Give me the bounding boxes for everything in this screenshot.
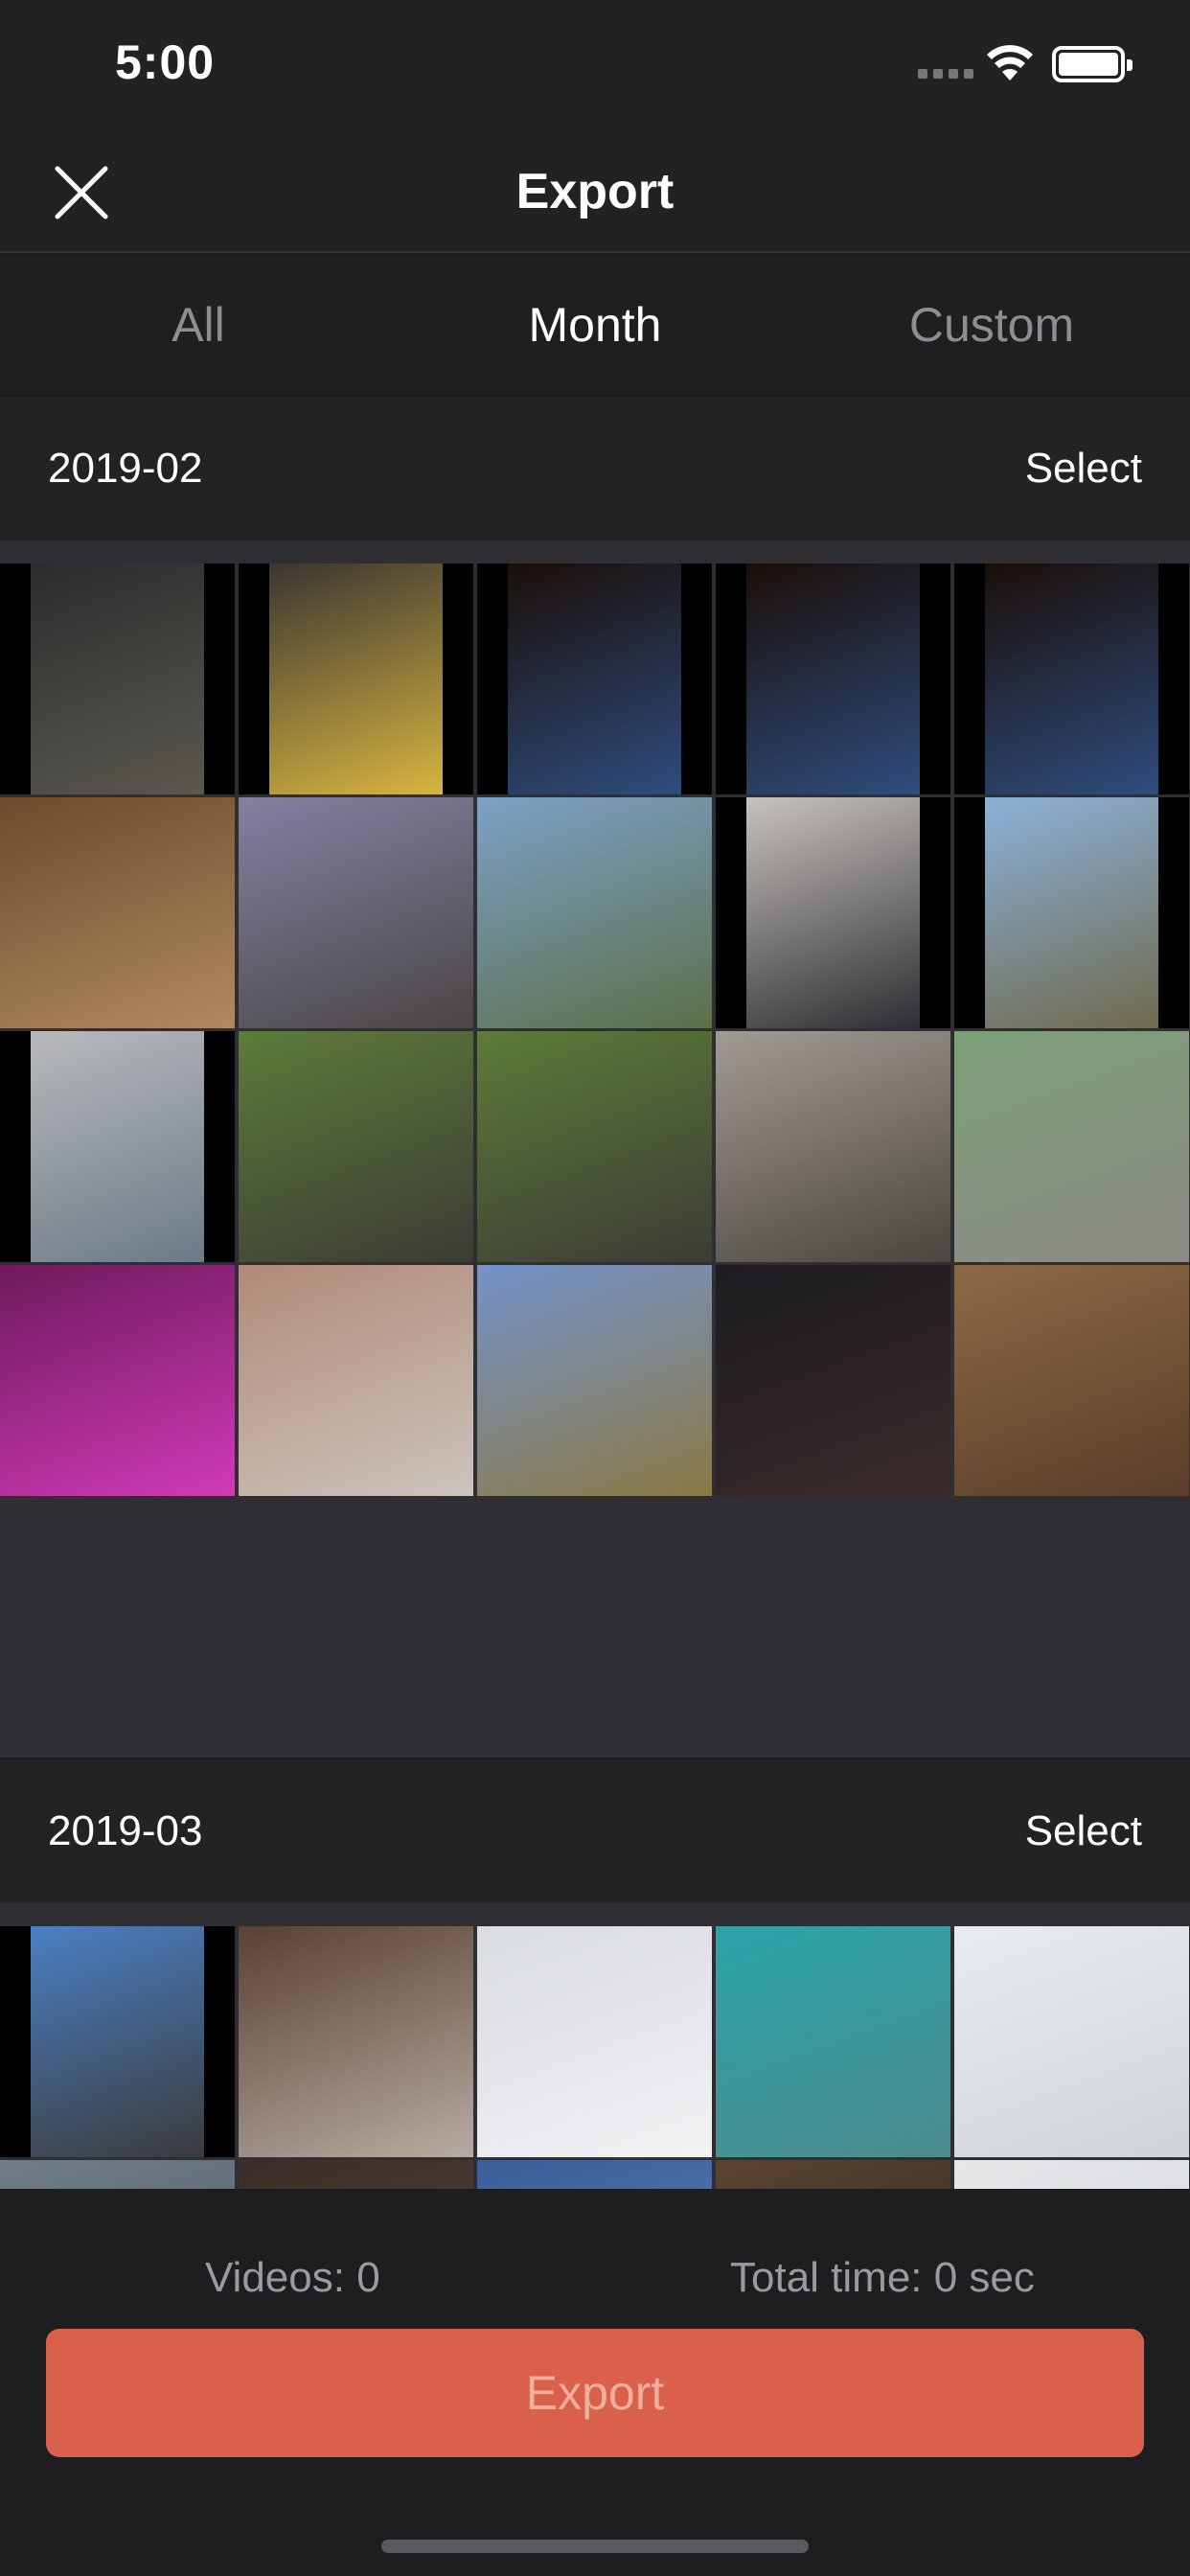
tab-all[interactable]: All: [0, 255, 397, 395]
page-title: Export: [515, 164, 675, 219]
status-time: 5:00: [115, 35, 216, 89]
thumbnail-image: [0, 1265, 235, 1496]
thumbnail-image: [716, 1031, 950, 1262]
video-thumbnail[interactable]: [239, 1265, 473, 1496]
battery-icon: [1052, 46, 1133, 82]
tab-custom[interactable]: Custom: [793, 255, 1190, 395]
video-thumbnail[interactable]: [716, 797, 950, 1028]
thumbnail-image: [716, 1926, 950, 2157]
thumbnail-image: [239, 1031, 473, 1262]
thumbnail-image: [954, 1265, 1189, 1496]
video-thumbnail[interactable]: [716, 564, 950, 794]
section-header-2019-02: 2019-02 Select: [0, 397, 1190, 540]
thumbnail-grid-2019-03: [0, 1903, 1190, 2391]
select-button[interactable]: Select: [1025, 397, 1142, 540]
thumbnail-image: [239, 797, 473, 1028]
videos-count: Videos: 0: [205, 2254, 380, 2301]
video-thumbnail[interactable]: [0, 797, 235, 1028]
video-thumbnail[interactable]: [477, 1926, 712, 2157]
thumbnail-image: [954, 1031, 1189, 1262]
export-panel: Videos: 0 Total time: 0 sec Export: [0, 2189, 1190, 2576]
select-button[interactable]: Select: [1025, 1760, 1142, 1903]
video-thumbnail[interactable]: [477, 1031, 712, 1262]
thumbnail-image: [31, 1031, 204, 1262]
thumbnail-grid-2019-02: [0, 540, 1190, 1758]
thumbnail-image: [746, 564, 920, 794]
thumbnail-image: [985, 797, 1158, 1028]
video-thumbnail[interactable]: [0, 1265, 235, 1496]
video-thumbnail[interactable]: [477, 1265, 712, 1496]
thumbnail-image: [477, 1265, 712, 1496]
video-thumbnail[interactable]: [0, 564, 235, 794]
thumbnail-image: [31, 1926, 204, 2157]
video-thumbnail[interactable]: [239, 1031, 473, 1262]
tab-month[interactable]: Month: [397, 255, 793, 395]
thumbnail-image: [985, 564, 1158, 794]
status-bar: 5:00: [0, 0, 1190, 134]
video-thumbnail[interactable]: [954, 1031, 1189, 1262]
cellular-signal-icon: [918, 69, 973, 79]
thumbnail-image: [239, 1265, 473, 1496]
video-thumbnail[interactable]: [239, 564, 473, 794]
video-thumbnail[interactable]: [716, 1265, 950, 1496]
section-header-2019-03: 2019-03 Select: [0, 1760, 1190, 1903]
section-date: 2019-03: [48, 1807, 203, 1854]
video-thumbnail[interactable]: [716, 1031, 950, 1262]
video-thumbnail[interactable]: [477, 564, 712, 794]
thumbnail-image: [239, 1926, 473, 2157]
video-thumbnail[interactable]: [954, 1926, 1189, 2157]
thumbnail-image: [0, 797, 235, 1028]
section-date: 2019-02: [48, 445, 203, 492]
nav-bar: Export: [0, 134, 1190, 253]
video-thumbnail[interactable]: [239, 797, 473, 1028]
video-thumbnail[interactable]: [239, 1926, 473, 2157]
home-indicator: [381, 2540, 809, 2553]
thumbnail-image: [508, 564, 681, 794]
video-thumbnail[interactable]: [954, 797, 1189, 1028]
video-thumbnail[interactable]: [716, 1926, 950, 2157]
thumbnail-image: [746, 797, 920, 1028]
export-button[interactable]: Export: [46, 2329, 1144, 2457]
video-thumbnail[interactable]: [954, 564, 1189, 794]
thumbnail-image: [477, 1926, 712, 2157]
thumbnail-image: [477, 1031, 712, 1262]
video-thumbnail[interactable]: [477, 797, 712, 1028]
video-thumbnail[interactable]: [0, 1926, 235, 2157]
total-time: Total time: 0 sec: [730, 2254, 1035, 2301]
thumbnail-image: [477, 797, 712, 1028]
thumbnail-image: [954, 1926, 1189, 2157]
thumbnail-image: [269, 564, 443, 794]
wifi-icon: [987, 45, 1033, 80]
thumbnail-image: [716, 1265, 950, 1496]
filter-tabs: All Month Custom: [0, 255, 1190, 395]
thumbnail-image: [31, 564, 204, 794]
video-thumbnail[interactable]: [0, 1031, 235, 1262]
video-thumbnail[interactable]: [954, 1265, 1189, 1496]
